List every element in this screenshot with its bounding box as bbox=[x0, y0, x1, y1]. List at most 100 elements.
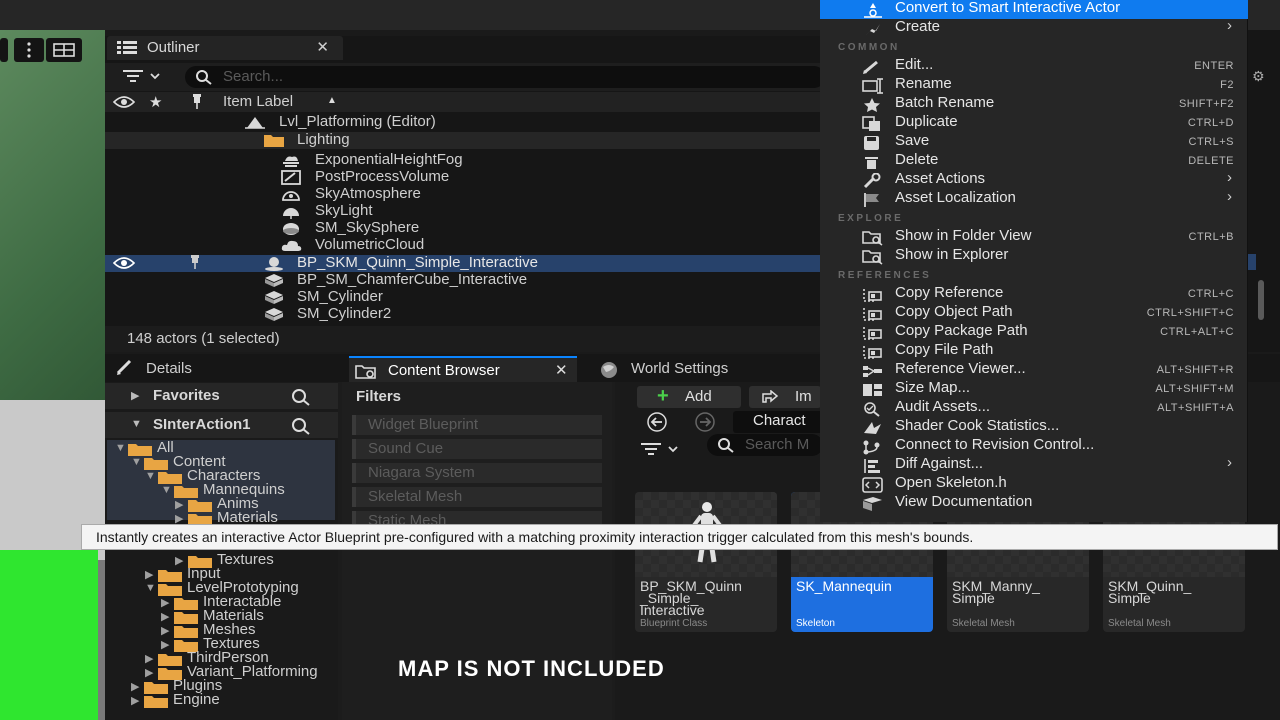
menu-item-label: Shader Cook Statistics... bbox=[895, 417, 1060, 434]
favorites-header[interactable]: ▶ Favorites bbox=[105, 383, 338, 409]
menu-item[interactable]: Audit Assets... ALT+SHIFT+A bbox=[820, 398, 1248, 418]
pin-icon[interactable] bbox=[191, 94, 203, 110]
code-icon bbox=[862, 477, 884, 493]
menu-item[interactable]: Edit... ENTER bbox=[820, 56, 1248, 76]
menu-item[interactable]: Batch Rename SHIFT+F2 bbox=[820, 94, 1248, 114]
chevron-right-icon: › bbox=[1227, 188, 1232, 205]
filter-checkbox[interactable]: Niagara System bbox=[352, 463, 602, 483]
tab-details[interactable]: Details bbox=[109, 356, 329, 382]
trash-icon bbox=[862, 154, 882, 170]
menu-item-label: Size Map... bbox=[895, 379, 971, 396]
forward-arrow-icon[interactable] bbox=[693, 412, 717, 432]
back-arrow-icon[interactable] bbox=[645, 412, 669, 432]
chevron-down-icon[interactable]: ▼ bbox=[161, 484, 172, 496]
chevron-right-icon[interactable]: ▶ bbox=[175, 554, 183, 567]
chevron-right-icon[interactable]: ▶ bbox=[145, 652, 153, 665]
path-breadcrumb[interactable]: Charact bbox=[733, 411, 823, 433]
chevron-right-icon[interactable]: ▶ bbox=[161, 610, 169, 623]
menu-item[interactable]: Copy Package Path CTRL+ALT+C bbox=[820, 322, 1248, 342]
outliner-tab-label: Outliner bbox=[147, 39, 200, 56]
menu-item-label: Reference Viewer... bbox=[895, 360, 1026, 377]
menu-item[interactable]: Asset Localization › bbox=[820, 188, 1248, 209]
add-button[interactable]: + Add bbox=[637, 385, 741, 408]
chevron-down-icon[interactable]: ▼ bbox=[145, 470, 156, 482]
filter-checkbox[interactable]: Sound Cue bbox=[352, 439, 602, 459]
menu-item[interactable]: Convert to Smart Interactive Actor bbox=[820, 0, 1248, 19]
menu-item-shortcut: ALT+SHIFT+A bbox=[1157, 402, 1234, 414]
outliner-row-label: ExponentialHeightFog bbox=[315, 151, 463, 168]
menu-item[interactable]: Delete DELETE bbox=[820, 151, 1248, 171]
outliner-row-label: VolumetricCloud bbox=[315, 236, 425, 253]
menu-item[interactable]: Shader Cook Statistics... bbox=[820, 417, 1248, 437]
menu-item-label: View Documentation bbox=[895, 493, 1033, 510]
level-viewport[interactable] bbox=[0, 30, 105, 720]
menu-item[interactable]: Size Map... ALT+SHIFT+M bbox=[820, 379, 1248, 399]
chevron-down-icon[interactable]: ▼ bbox=[131, 456, 142, 468]
chevron-down-icon[interactable]: ▼ bbox=[145, 582, 156, 594]
shader-icon bbox=[862, 420, 884, 436]
eye-icon[interactable] bbox=[113, 256, 135, 270]
chevron-right-icon[interactable]: ▶ bbox=[161, 596, 169, 609]
menu-item[interactable]: Connect to Revision Control... bbox=[820, 436, 1248, 456]
import-button[interactable]: Im bbox=[749, 386, 821, 408]
viewport-tool-stub[interactable] bbox=[0, 38, 8, 62]
tab-outliner[interactable]: Outliner ✕ bbox=[107, 36, 343, 60]
menu-section-header: COMMON bbox=[838, 42, 900, 53]
outliner-search-input[interactable]: Search... bbox=[185, 66, 825, 88]
add-button-label: Add bbox=[685, 388, 712, 405]
menu-item[interactable]: Save CTRL+S bbox=[820, 132, 1248, 152]
filter-icon[interactable] bbox=[123, 69, 163, 85]
favorites-label: Favorites bbox=[153, 387, 220, 404]
chevron-right-icon[interactable]: ▶ bbox=[145, 568, 153, 581]
menu-item[interactable]: Create › bbox=[820, 17, 1248, 38]
outliner-row-label: SkyLight bbox=[315, 202, 373, 219]
menu-item[interactable]: Open Skeleton.h bbox=[820, 474, 1248, 494]
pin-icon[interactable] bbox=[189, 255, 201, 271]
menu-item[interactable]: View Documentation bbox=[820, 493, 1248, 513]
menu-item[interactable]: Copy Reference CTRL+C bbox=[820, 284, 1248, 304]
chevron-right-icon[interactable]: ▶ bbox=[131, 680, 139, 693]
import-icon bbox=[761, 390, 779, 404]
chevron-right-icon[interactable]: ▶ bbox=[161, 638, 169, 651]
filter-checkbox[interactable]: Skeletal Mesh bbox=[352, 487, 602, 507]
search-icon bbox=[717, 437, 735, 453]
menu-item[interactable]: Duplicate CTRL+D bbox=[820, 113, 1248, 133]
filter-checkbox[interactable]: Widget Blueprint bbox=[352, 415, 602, 435]
eye-icon[interactable] bbox=[113, 95, 135, 109]
menu-item[interactable]: Copy File Path bbox=[820, 341, 1248, 361]
asset-search-input[interactable]: Search M bbox=[707, 434, 823, 456]
skylight-icon bbox=[281, 204, 301, 219]
menu-item[interactable]: Asset Actions › bbox=[820, 169, 1248, 190]
filter-icon[interactable] bbox=[641, 442, 681, 458]
search-icon bbox=[195, 69, 213, 85]
asset-name: SKM_Quinn_ Simple bbox=[1108, 578, 1192, 606]
chevron-right-icon[interactable]: ▶ bbox=[161, 624, 169, 637]
outliner-search-placeholder: Search... bbox=[223, 68, 284, 85]
menu-item[interactable]: Reference Viewer... ALT+SHIFT+R bbox=[820, 360, 1248, 380]
favorite-star-icon[interactable]: ★ bbox=[149, 93, 162, 111]
collection-header[interactable]: ▼ SInterAction1 bbox=[105, 412, 338, 438]
viewport-layout-button[interactable] bbox=[46, 38, 82, 62]
search-icon[interactable] bbox=[291, 417, 311, 435]
menu-item[interactable]: Copy Object Path CTRL+SHIFT+C bbox=[820, 303, 1248, 323]
fog-icon bbox=[281, 153, 301, 168]
chevron-right-icon[interactable]: ▶ bbox=[175, 498, 183, 511]
chevron-right-icon[interactable]: ▶ bbox=[145, 666, 153, 679]
close-icon[interactable]: ✕ bbox=[316, 36, 329, 60]
chevron-down-icon[interactable]: ▼ bbox=[115, 442, 126, 454]
menu-item[interactable]: Show in Explorer bbox=[820, 246, 1248, 266]
close-icon[interactable]: ✕ bbox=[555, 358, 568, 384]
outliner-row-label: Lvl_Platforming (Editor) bbox=[279, 113, 436, 130]
menu-item[interactable]: Diff Against... › bbox=[820, 454, 1248, 475]
tab-content-browser[interactable]: Content Browser ✕ bbox=[349, 356, 577, 382]
viewport-options-button[interactable] bbox=[14, 38, 44, 62]
menu-item[interactable]: Rename F2 bbox=[820, 75, 1248, 95]
book-icon bbox=[862, 496, 884, 512]
settings-gear-icon[interactable]: ⚙ bbox=[1252, 68, 1265, 85]
chevron-right-icon[interactable]: ▶ bbox=[131, 694, 139, 707]
asset-tile[interactable]: BP_SKM_Quinn _Simple_ Interactive Bluepri… bbox=[635, 492, 777, 632]
menu-item[interactable]: Show in Folder View CTRL+B bbox=[820, 227, 1248, 247]
search-icon[interactable] bbox=[291, 388, 311, 406]
outliner-scrollbar[interactable] bbox=[1258, 280, 1264, 320]
tab-world-settings[interactable]: World Settings bbox=[595, 356, 795, 382]
